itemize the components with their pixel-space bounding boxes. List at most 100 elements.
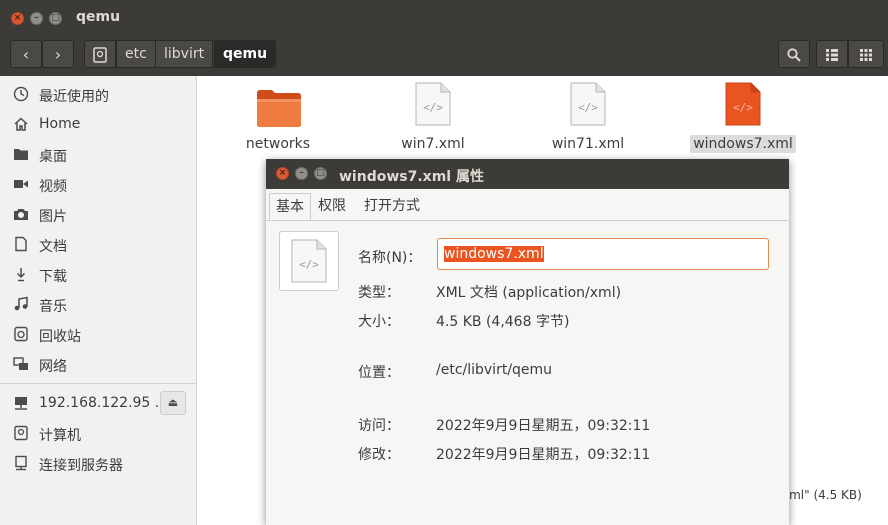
sidebar-item-home[interactable]: Home bbox=[0, 112, 196, 138]
file-name: networks bbox=[245, 136, 311, 152]
back-button[interactable]: ‹ bbox=[10, 40, 42, 68]
sidebar-item-label: 视频 bbox=[39, 179, 67, 195]
sidebar-item-connect-server[interactable]: 连接到服务器 bbox=[0, 451, 196, 477]
breadcrumb-qemu[interactable]: qemu bbox=[214, 40, 277, 68]
sidebar-item-label: 网络 bbox=[39, 359, 67, 375]
status-bar-text: xml" (4.5 KB) bbox=[782, 488, 862, 502]
svg-text:</>: </> bbox=[423, 101, 443, 114]
sidebar-item-label: 文档 bbox=[39, 239, 67, 255]
dialog-title: windows7.xml 属性 bbox=[339, 169, 484, 185]
window-title: qemu bbox=[76, 9, 121, 25]
sidebar-item-label: 图片 bbox=[39, 209, 67, 225]
sidebar-item-label: 192.168.122.95 ... bbox=[39, 395, 169, 411]
sidebar-item-label: Home bbox=[39, 116, 81, 132]
location-label: 位置： bbox=[358, 365, 400, 381]
name-input[interactable]: windows7.xml bbox=[437, 238, 769, 270]
network-drive-icon bbox=[12, 395, 30, 413]
tab-basic[interactable]: 基本 bbox=[269, 193, 311, 220]
chevron-left-icon: ‹ bbox=[22, 45, 30, 64]
tab-permissions[interactable]: 权限 bbox=[312, 193, 352, 220]
sidebar-item-recent[interactable]: 最近使用的 bbox=[0, 82, 196, 108]
file-preview: </> bbox=[279, 231, 339, 291]
file-name-selected: windows7.xml bbox=[683, 135, 803, 153]
dialog-maximize-button[interactable]: □ bbox=[314, 167, 327, 180]
sidebar-item-label: 回收站 bbox=[39, 329, 81, 345]
sidebar-item-computer[interactable]: 计算机 bbox=[0, 421, 196, 447]
grid-view-icon bbox=[860, 49, 872, 61]
dialog-close-button[interactable]: × bbox=[276, 167, 289, 180]
size-value: 4.5 KB (4,468 字节) bbox=[436, 314, 570, 330]
svg-text:</>: </> bbox=[733, 101, 753, 114]
home-icon bbox=[12, 116, 30, 134]
forward-button[interactable]: › bbox=[42, 40, 74, 68]
network-icon bbox=[12, 356, 30, 374]
search-icon bbox=[787, 48, 801, 62]
view-list-button[interactable] bbox=[816, 40, 848, 68]
sidebar-item-network[interactable]: 网络 bbox=[0, 352, 196, 378]
accessed-value: 2022年9月9日星期五，09:32:11 bbox=[436, 418, 651, 434]
sidebar: 最近使用的 Home 桌面 视频 图片 文档 下载 音乐 回收站 网络 192.… bbox=[0, 76, 197, 525]
modified-label: 修改： bbox=[358, 447, 400, 463]
music-icon bbox=[12, 296, 30, 314]
name-label: 名称(N)： bbox=[358, 250, 422, 266]
xml-file-icon: </> bbox=[415, 82, 451, 126]
download-icon bbox=[12, 266, 30, 284]
location-value: /etc/libvirt/qemu bbox=[436, 362, 553, 378]
sidebar-item-remote-host[interactable]: 192.168.122.95 ... ⏏ bbox=[0, 391, 196, 417]
accessed-label: 访问： bbox=[358, 418, 400, 434]
sidebar-item-label: 连接到服务器 bbox=[39, 458, 123, 474]
trash-icon bbox=[12, 326, 30, 344]
sidebar-divider bbox=[0, 383, 196, 384]
file-name: win71.xml bbox=[551, 136, 625, 152]
toolbar: ‹ › etc libvirt qemu bbox=[0, 36, 888, 76]
modified-value: 2022年9月9日星期五，09:32:11 bbox=[436, 447, 651, 463]
type-label: 类型： bbox=[358, 285, 400, 301]
dialog-title-bar: × – □ windows7.xml 属性 bbox=[266, 159, 789, 189]
sidebar-item-music[interactable]: 音乐 bbox=[0, 292, 196, 318]
sidebar-item-documents[interactable]: 文档 bbox=[0, 232, 196, 258]
eject-icon: ⏏ bbox=[167, 396, 179, 409]
svg-text:</>: </> bbox=[299, 258, 319, 271]
folder-icon bbox=[12, 146, 30, 164]
sidebar-item-trash[interactable]: 回收站 bbox=[0, 322, 196, 348]
video-icon bbox=[12, 176, 30, 194]
view-options-button[interactable] bbox=[848, 40, 884, 68]
document-icon bbox=[12, 236, 30, 254]
breadcrumb-libvirt[interactable]: libvirt bbox=[155, 40, 214, 68]
clock-icon bbox=[12, 86, 30, 104]
chevron-right-icon: › bbox=[54, 45, 62, 64]
tab-open-with[interactable]: 打开方式 bbox=[358, 193, 426, 220]
xml-file-icon: </> bbox=[570, 82, 606, 126]
folder-icon bbox=[257, 90, 301, 127]
sidebar-item-label: 下载 bbox=[39, 269, 67, 285]
type-value: XML 文档 (application/xml) bbox=[436, 285, 622, 301]
xml-file-icon: </> bbox=[291, 239, 327, 283]
camera-icon bbox=[12, 206, 30, 224]
sidebar-item-label: 音乐 bbox=[39, 299, 67, 315]
list-view-icon bbox=[826, 49, 838, 61]
minimize-window-button[interactable]: – bbox=[30, 12, 43, 25]
dialog-minimize-button[interactable]: – bbox=[295, 167, 308, 180]
file-name: win7.xml bbox=[401, 136, 465, 152]
close-window-button[interactable]: × bbox=[11, 12, 24, 25]
svg-text:</>: </> bbox=[578, 101, 598, 114]
server-icon bbox=[12, 455, 30, 473]
sidebar-item-pictures[interactable]: 图片 bbox=[0, 202, 196, 228]
sidebar-item-downloads[interactable]: 下载 bbox=[0, 262, 196, 288]
breadcrumb-root[interactable] bbox=[84, 40, 116, 68]
dialog-tabs: 基本 权限 打开方式 bbox=[266, 189, 789, 221]
breadcrumb-etc[interactable]: etc bbox=[116, 40, 156, 68]
drive-icon bbox=[93, 47, 107, 63]
eject-button[interactable]: ⏏ bbox=[160, 391, 186, 415]
xml-file-icon-selected: </> bbox=[725, 82, 761, 126]
maximize-window-button[interactable]: □ bbox=[49, 12, 62, 25]
title-bar: × – □ qemu bbox=[0, 0, 888, 36]
search-button[interactable] bbox=[778, 40, 810, 68]
sidebar-item-desktop[interactable]: 桌面 bbox=[0, 142, 196, 168]
properties-dialog: × – □ windows7.xml 属性 基本 权限 打开方式 </> 名称(… bbox=[266, 159, 789, 525]
size-label: 大小： bbox=[358, 314, 400, 330]
sidebar-item-label: 计算机 bbox=[39, 428, 81, 444]
computer-icon bbox=[12, 425, 30, 443]
sidebar-item-videos[interactable]: 视频 bbox=[0, 172, 196, 198]
sidebar-item-label: 桌面 bbox=[39, 149, 67, 165]
